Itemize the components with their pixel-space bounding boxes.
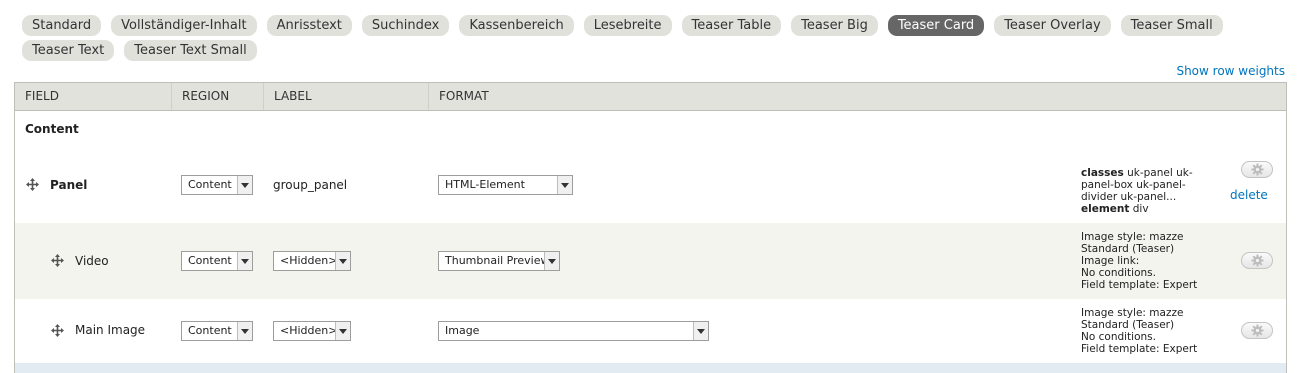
view-mode-tabs: Standard Vollständiger-Inhalt Anrisstext…: [22, 15, 1292, 61]
summary-line: Standard (Teaser): [1081, 243, 1175, 255]
summary-element-label: element: [1081, 203, 1130, 215]
tab-suchindex[interactable]: Suchindex: [361, 15, 450, 36]
summary-line: No conditions.: [1081, 331, 1156, 343]
chevron-down-icon: [237, 252, 252, 270]
table-row: Main Image Content <Hidden> Image Image …: [15, 299, 1286, 363]
region-select-value: Content: [188, 324, 232, 337]
label-select-value: <Hidden>: [280, 324, 338, 337]
tab-standard[interactable]: Standard: [22, 15, 102, 36]
tab-teaser-text-small[interactable]: Teaser Text Small: [124, 40, 257, 61]
field-name: Panel: [50, 178, 88, 192]
table-row: Video Content <Hidden> Thumbnail Preview…: [15, 223, 1286, 299]
tab-teaser-card[interactable]: Teaser Card: [887, 15, 985, 36]
tab-teaser-table[interactable]: Teaser Table: [681, 15, 782, 36]
summary-element-value: div: [1129, 203, 1149, 215]
settings-button[interactable]: [1241, 322, 1273, 339]
format-select-value: Thumbnail Preview: [445, 254, 550, 267]
chevron-down-icon: [335, 252, 350, 270]
header-label: LABEL: [264, 83, 429, 110]
format-select[interactable]: HTML-Element: [438, 175, 573, 195]
format-summary: Image style: mazze Standard (Teaser) Ima…: [1081, 231, 1211, 291]
summary-line: Image style: mazze: [1081, 307, 1184, 319]
chevron-down-icon: [557, 176, 572, 194]
tab-vollstaendiger-inhalt[interactable]: Vollständiger-Inhalt: [111, 15, 257, 36]
tab-teaser-big[interactable]: Teaser Big: [791, 15, 878, 36]
settings-button[interactable]: [1241, 252, 1273, 269]
settings-button[interactable]: [1241, 161, 1273, 178]
tab-lesebreite[interactable]: Lesebreite: [583, 15, 672, 36]
format-select[interactable]: Image: [438, 321, 709, 341]
table-row: Panel Content group_panel HTML-Element c…: [15, 147, 1286, 223]
region-select-value: Content: [188, 178, 232, 191]
region-select[interactable]: Content: [181, 321, 253, 341]
summary-line: Field template: Expert: [1081, 279, 1198, 291]
region-select-value: Content: [188, 254, 232, 267]
format-select-value: HTML-Element: [445, 178, 525, 191]
format-select[interactable]: Thumbnail Preview: [438, 251, 560, 271]
label-select[interactable]: <Hidden>: [273, 251, 351, 271]
format-summary: classes uk-panel uk-panel-box uk-panel-d…: [1081, 167, 1211, 215]
table-row: [15, 363, 1286, 373]
summary-classes-label: classes: [1081, 167, 1124, 179]
show-row-weights-link[interactable]: Show row weights: [1176, 64, 1285, 78]
delete-link[interactable]: delete: [1230, 188, 1268, 202]
region-select[interactable]: Content: [181, 251, 253, 271]
format-summary: Image style: mazze Standard (Teaser) No …: [1081, 307, 1211, 355]
summary-line: Image style: mazze: [1081, 231, 1184, 243]
fields-table: FIELD REGION LABEL FORMAT Content Panel …: [14, 82, 1287, 373]
label-select[interactable]: <Hidden>: [273, 321, 351, 341]
header-format: FORMAT: [439, 89, 489, 103]
move-arrows-icon[interactable]: [51, 324, 64, 337]
tab-anrisstext[interactable]: Anrisstext: [266, 15, 352, 36]
gear-icon: [1251, 163, 1264, 176]
move-arrows-icon[interactable]: [51, 254, 64, 267]
chevron-down-icon: [237, 176, 252, 194]
summary-line: No conditions.: [1081, 267, 1156, 279]
gear-icon: [1251, 324, 1264, 337]
region-select[interactable]: Content: [181, 175, 253, 195]
chevron-down-icon: [693, 322, 708, 340]
summary-line: Standard (Teaser): [1081, 319, 1175, 331]
group-machine-name: group_panel: [273, 178, 348, 192]
tab-teaser-small[interactable]: Teaser Small: [1120, 15, 1223, 36]
gear-icon: [1251, 254, 1264, 267]
header-region: REGION: [172, 83, 264, 110]
header-field: FIELD: [15, 83, 172, 110]
label-select-value: <Hidden>: [280, 254, 338, 267]
summary-line: Field template: Expert: [1081, 343, 1198, 355]
tab-teaser-text[interactable]: Teaser Text: [22, 40, 115, 61]
summary-line: Image link:: [1081, 255, 1140, 267]
move-arrows-icon[interactable]: [26, 178, 39, 191]
chevron-down-icon: [544, 252, 559, 270]
field-name: Main Image: [75, 323, 146, 337]
chevron-down-icon: [237, 322, 252, 340]
format-select-value: Image: [445, 324, 480, 337]
field-name: Video: [75, 254, 109, 268]
tab-teaser-overlay[interactable]: Teaser Overlay: [994, 15, 1111, 36]
chevron-down-icon: [335, 322, 350, 340]
table-header: FIELD REGION LABEL FORMAT: [15, 82, 1286, 111]
region-title-content: Content: [25, 122, 79, 136]
tab-kassenbereich[interactable]: Kassenbereich: [459, 15, 574, 36]
